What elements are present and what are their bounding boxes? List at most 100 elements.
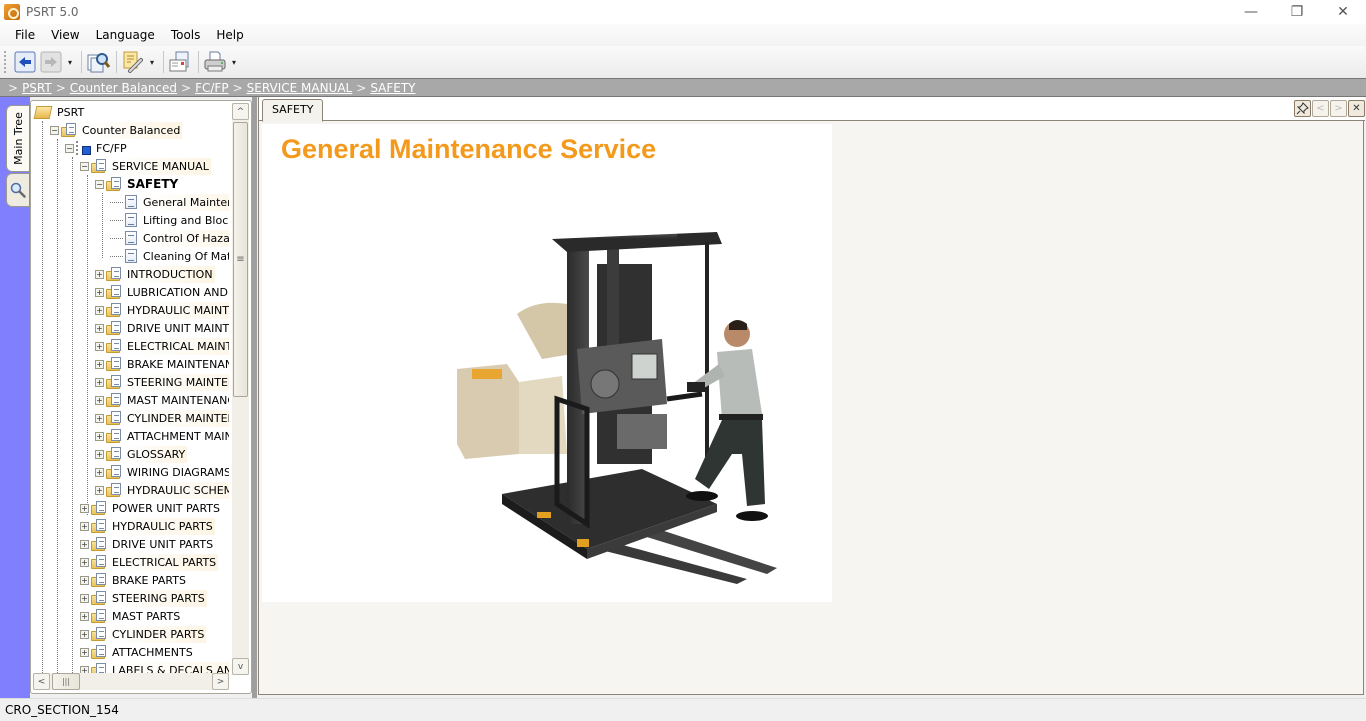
- expand-icon[interactable]: +: [80, 539, 89, 549]
- tree-node[interactable]: + WIRING DIAGRAMS: [95, 463, 229, 481]
- link-notes-button[interactable]: [121, 50, 145, 74]
- tree-node-label: HYDRAULIC MAINTENAN: [125, 301, 229, 319]
- tree-node[interactable]: + BRAKE MAINTENANCE: [95, 355, 229, 373]
- expand-icon[interactable]: +: [95, 377, 104, 387]
- next-tab-button[interactable]: >: [1330, 100, 1347, 117]
- tree-node[interactable]: PSRT: [33, 103, 87, 121]
- expand-icon[interactable]: +: [95, 287, 104, 297]
- back-button[interactable]: [13, 50, 37, 74]
- tree-node[interactable]: + DRIVE UNIT MAINTENAN: [95, 319, 229, 337]
- scroll-left-button[interactable]: <: [33, 673, 50, 690]
- tree-vertical-scrollbar[interactable]: ^ ≡ v: [232, 103, 249, 675]
- breadcrumb-fc-fp[interactable]: FC/FP: [195, 81, 228, 95]
- expand-icon[interactable]: +: [80, 557, 89, 567]
- tree-node[interactable]: + CYLINDER MAINTENANC: [95, 409, 229, 427]
- expand-icon[interactable]: +: [80, 593, 89, 603]
- collapse-icon[interactable]: −: [65, 143, 74, 153]
- find-document-icon: [87, 53, 110, 73]
- horizontal-scroll-thumb[interactable]: |||: [52, 673, 80, 690]
- expand-icon[interactable]: +: [80, 575, 89, 585]
- expand-icon[interactable]: +: [80, 503, 89, 513]
- tree-horizontal-scrollbar[interactable]: < ||| >: [33, 673, 229, 690]
- toolbar-grip[interactable]: [4, 51, 7, 73]
- pin-tab-button[interactable]: [1294, 100, 1311, 117]
- expand-icon[interactable]: +: [95, 359, 104, 369]
- tree-node[interactable]: + HYDRAULIC PARTS: [80, 517, 215, 535]
- tab-main-tree[interactable]: Main Tree: [6, 105, 29, 172]
- menu-help[interactable]: Help: [208, 28, 251, 42]
- tree-node[interactable]: + ATTACHMENT MAINTEN/: [95, 427, 229, 445]
- expand-icon[interactable]: +: [95, 467, 104, 477]
- expand-icon[interactable]: +: [80, 647, 89, 657]
- tree-node[interactable]: + HYDRAULIC SCHEMATIC: [95, 481, 229, 499]
- collapse-icon[interactable]: −: [50, 125, 59, 135]
- tree-node[interactable]: − FC/FP: [65, 139, 129, 157]
- tree-node[interactable]: + ELECTRICAL PARTS: [80, 553, 219, 571]
- tree-node[interactable]: + INTRODUCTION: [95, 265, 215, 283]
- prev-tab-button[interactable]: <: [1312, 100, 1329, 117]
- close-button[interactable]: ✕: [1320, 0, 1366, 24]
- email-button[interactable]: [168, 50, 192, 74]
- tree-node[interactable]: + STEERING MAINTENANC: [95, 373, 229, 391]
- expand-icon[interactable]: +: [95, 269, 104, 279]
- tab-safety[interactable]: SAFETY: [262, 99, 324, 122]
- link-dropdown[interactable]: ▾: [147, 58, 157, 67]
- expand-icon[interactable]: +: [95, 431, 104, 441]
- expand-icon[interactable]: +: [80, 629, 89, 639]
- breadcrumb-counter-balanced[interactable]: Counter Balanced: [70, 81, 177, 95]
- find-button[interactable]: [86, 50, 110, 74]
- tree-node[interactable]: + BRAKE PARTS: [80, 571, 188, 589]
- tree-node[interactable]: + ELECTRICAL MAINTENAI: [95, 337, 229, 355]
- tab-search[interactable]: [6, 173, 29, 207]
- expand-icon[interactable]: +: [95, 341, 104, 351]
- tree-node[interactable]: − Counter Balanced: [50, 121, 183, 139]
- expand-icon[interactable]: +: [95, 323, 104, 333]
- print-button[interactable]: [203, 50, 227, 74]
- scroll-down-button[interactable]: v: [232, 658, 249, 675]
- tree-node[interactable]: + MAST PARTS: [80, 607, 183, 625]
- tree-node[interactable]: + STEERING PARTS: [80, 589, 207, 607]
- folder-document-icon: [91, 627, 107, 641]
- tree-node[interactable]: + GLOSSARY: [95, 445, 188, 463]
- tree-node[interactable]: + POWER UNIT PARTS: [80, 499, 222, 517]
- tree-node[interactable]: Cleaning Of Material I: [110, 247, 229, 265]
- folder-document-icon: [106, 357, 122, 371]
- menu-view[interactable]: View: [43, 28, 87, 42]
- menu-tools[interactable]: Tools: [163, 28, 209, 42]
- tree-node[interactable]: Control Of Hazardous: [110, 229, 229, 247]
- tree-node[interactable]: − SERVICE MANUAL: [80, 157, 211, 175]
- tree-node[interactable]: General Maintenance: [110, 193, 229, 211]
- tree-node[interactable]: + HYDRAULIC MAINTENAN: [95, 301, 229, 319]
- tree-node[interactable]: + LUBRICATION AND ADJU: [95, 283, 229, 301]
- tree-node[interactable]: Lifting and Blocking (N: [110, 211, 229, 229]
- scroll-up-button[interactable]: ^: [232, 103, 249, 120]
- expand-icon[interactable]: +: [95, 305, 104, 315]
- collapse-icon[interactable]: −: [95, 179, 104, 189]
- history-dropdown[interactable]: ▾: [65, 58, 75, 67]
- close-tab-button[interactable]: ✕: [1348, 100, 1365, 117]
- panel-splitter[interactable]: [252, 97, 257, 698]
- expand-icon[interactable]: +: [95, 395, 104, 405]
- expand-icon[interactable]: +: [95, 413, 104, 423]
- print-dropdown[interactable]: ▾: [229, 58, 239, 67]
- maximize-button[interactable]: ❐: [1274, 0, 1320, 24]
- tree-node[interactable]: − SAFETY: [95, 175, 229, 193]
- scroll-right-button[interactable]: >: [212, 673, 229, 690]
- expand-icon[interactable]: +: [80, 521, 89, 531]
- menu-language[interactable]: Language: [88, 28, 163, 42]
- scroll-thumb[interactable]: ≡: [233, 122, 248, 397]
- expand-icon[interactable]: +: [95, 485, 104, 495]
- tree-node[interactable]: + CYLINDER PARTS: [80, 625, 207, 643]
- breadcrumb-safety[interactable]: SAFETY: [370, 81, 415, 95]
- tree-node[interactable]: + ATTACHMENTS: [80, 643, 195, 661]
- tree-node[interactable]: + DRIVE UNIT PARTS: [80, 535, 216, 553]
- tree-node[interactable]: + MAST MAINTENANCE: [95, 391, 229, 409]
- expand-icon[interactable]: +: [80, 611, 89, 621]
- menu-file[interactable]: File: [7, 28, 43, 42]
- breadcrumb-psrt[interactable]: PSRT: [22, 81, 52, 95]
- forward-button[interactable]: [39, 50, 63, 74]
- breadcrumb-service-manual[interactable]: SERVICE MANUAL: [247, 81, 353, 95]
- minimize-button[interactable]: —: [1228, 0, 1274, 24]
- collapse-icon[interactable]: −: [80, 161, 89, 171]
- expand-icon[interactable]: +: [95, 449, 104, 459]
